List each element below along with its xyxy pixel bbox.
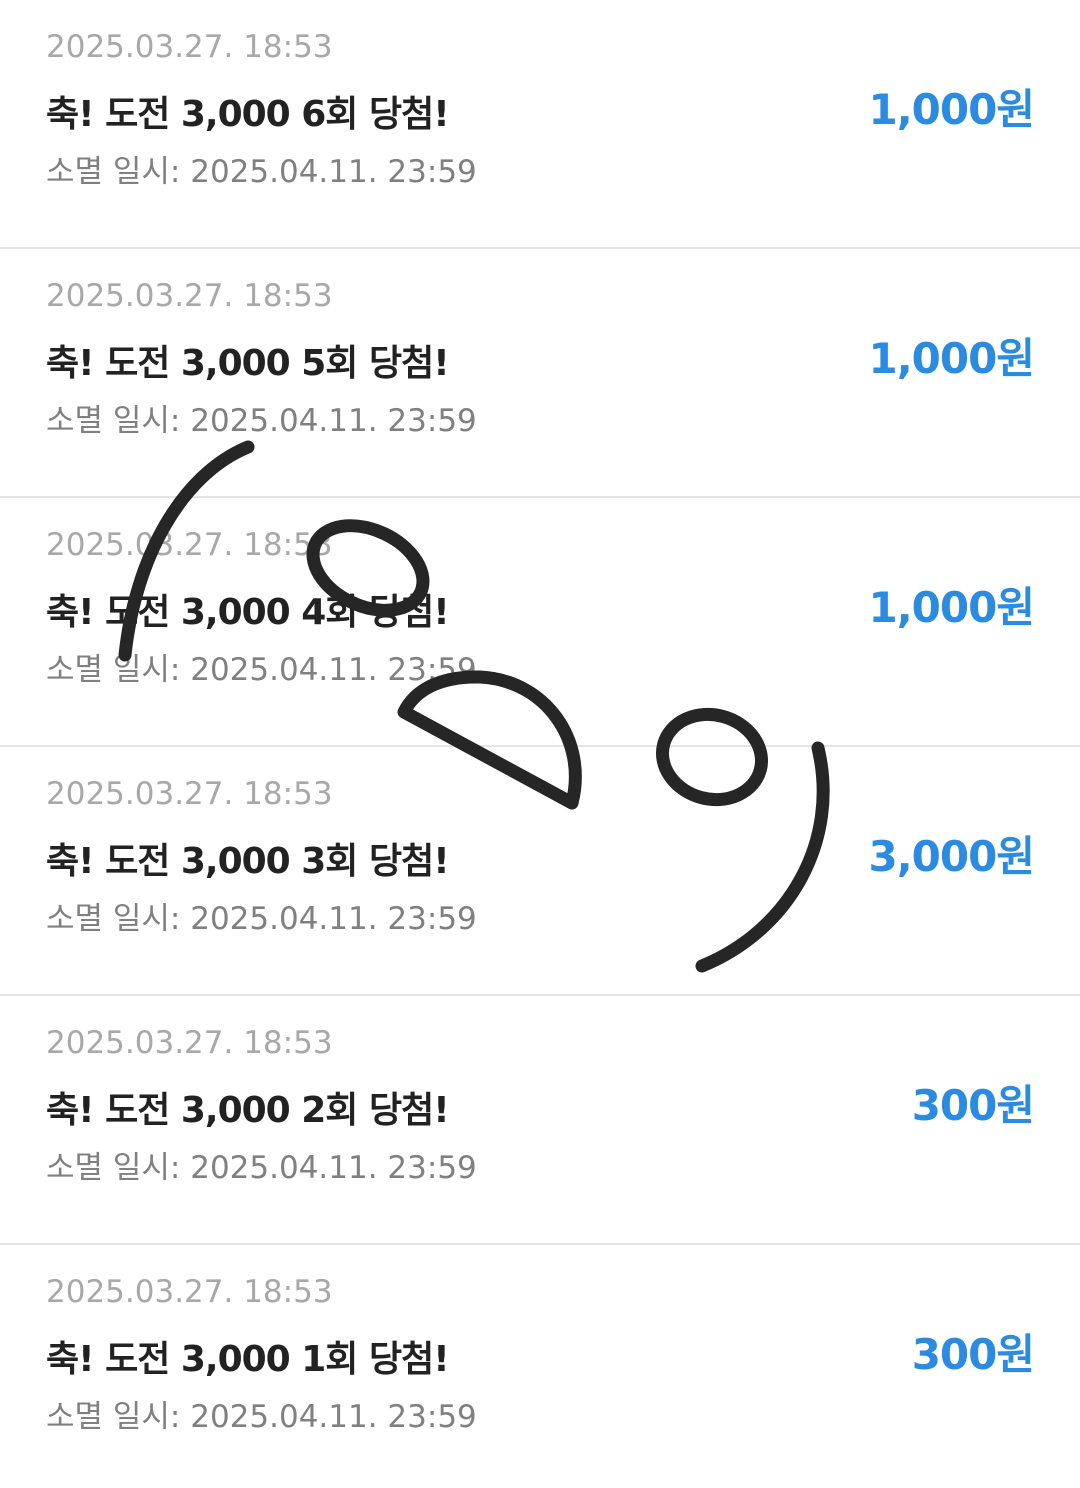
reward-date: 2025.03.27. 18:53	[46, 776, 333, 812]
reward-list-item[interactable]: 2025.03.27. 18:53 축! 도전 3,000 4회 당첨! 소멸 …	[0, 498, 1080, 747]
reward-history-screen: 2025.03.27. 18:53 축! 도전 3,000 6회 당첨! 소멸 …	[0, 0, 1080, 1488]
reward-list: 2025.03.27. 18:53 축! 도전 3,000 6회 당첨! 소멸 …	[0, 0, 1080, 1488]
reward-amount: 1,000원	[868, 334, 1035, 383]
reward-title: 축! 도전 3,000 2회 당첨!	[46, 1090, 450, 1131]
reward-list-item[interactable]: 2025.03.27. 18:53 축! 도전 3,000 5회 당첨! 소멸 …	[0, 249, 1080, 498]
reward-expiry: 소멸 일시: 2025.04.11. 23:59	[46, 652, 477, 688]
reward-list-item[interactable]: 2025.03.27. 18:53 축! 도전 3,000 1회 당첨! 소멸 …	[0, 1245, 1080, 1488]
reward-date: 2025.03.27. 18:53	[46, 29, 333, 65]
reward-date: 2025.03.27. 18:53	[46, 278, 333, 314]
reward-title: 축! 도전 3,000 3회 당첨!	[46, 841, 450, 882]
reward-expiry: 소멸 일시: 2025.04.11. 23:59	[46, 403, 477, 439]
reward-amount: 1,000원	[868, 85, 1035, 134]
reward-amount: 3,000원	[868, 832, 1035, 881]
reward-title: 축! 도전 3,000 1회 당첨!	[46, 1339, 450, 1380]
reward-title: 축! 도전 3,000 6회 당첨!	[46, 94, 450, 135]
reward-amount: 300원	[911, 1081, 1035, 1130]
reward-list-item[interactable]: 2025.03.27. 18:53 축! 도전 3,000 6회 당첨! 소멸 …	[0, 0, 1080, 249]
reward-list-item[interactable]: 2025.03.27. 18:53 축! 도전 3,000 3회 당첨! 소멸 …	[0, 747, 1080, 996]
reward-date: 2025.03.27. 18:53	[46, 1274, 333, 1310]
reward-title: 축! 도전 3,000 4회 당첨!	[46, 592, 450, 633]
reward-expiry: 소멸 일시: 2025.04.11. 23:59	[46, 154, 477, 190]
reward-expiry: 소멸 일시: 2025.04.11. 23:59	[46, 1399, 477, 1435]
reward-amount: 1,000원	[868, 583, 1035, 632]
reward-title: 축! 도전 3,000 5회 당첨!	[46, 343, 450, 384]
reward-date: 2025.03.27. 18:53	[46, 1025, 333, 1061]
reward-expiry: 소멸 일시: 2025.04.11. 23:59	[46, 901, 477, 937]
reward-expiry: 소멸 일시: 2025.04.11. 23:59	[46, 1150, 477, 1186]
reward-amount: 300원	[911, 1330, 1035, 1379]
reward-list-item[interactable]: 2025.03.27. 18:53 축! 도전 3,000 2회 당첨! 소멸 …	[0, 996, 1080, 1245]
reward-date: 2025.03.27. 18:53	[46, 527, 333, 563]
